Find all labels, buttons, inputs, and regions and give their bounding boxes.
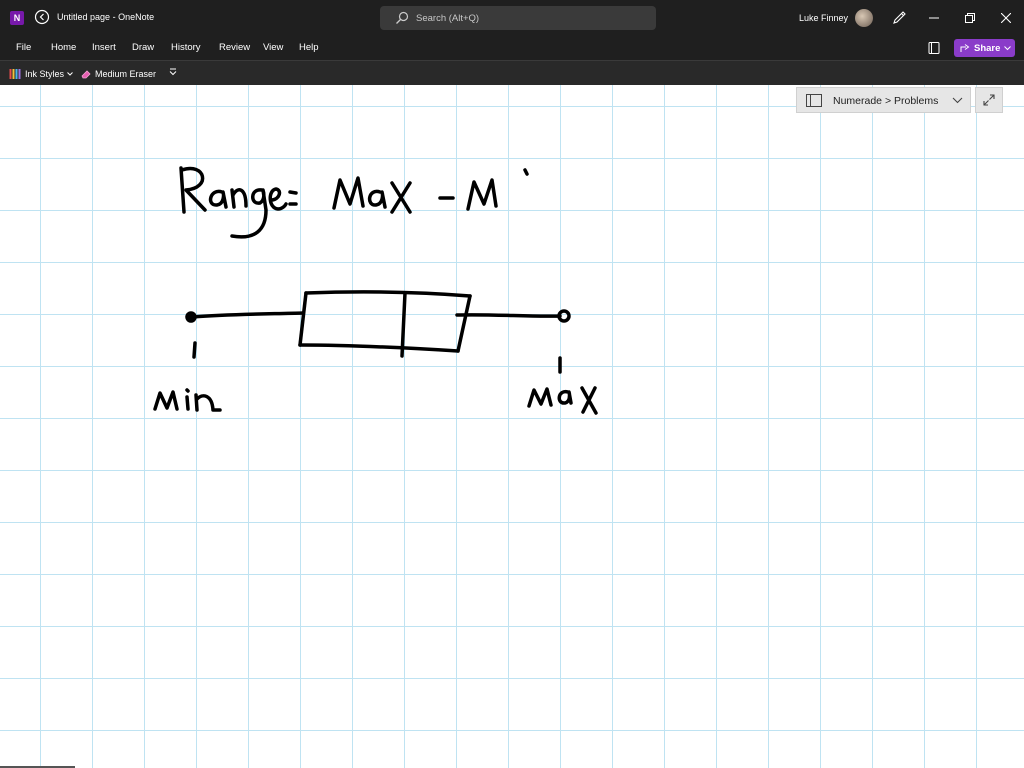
avatar[interactable] xyxy=(855,9,873,27)
eraser-label: Medium Eraser xyxy=(95,68,157,79)
expand-icon xyxy=(983,94,995,106)
back-icon[interactable] xyxy=(34,9,50,25)
draw-ribbon: Ink Styles Medium Eraser xyxy=(0,60,1024,85)
menu-view[interactable]: View xyxy=(263,42,283,53)
chevron-down-icon xyxy=(952,97,963,104)
app-letter: N xyxy=(13,13,21,23)
ink-styles-button[interactable]: Ink Styles xyxy=(9,68,73,80)
menu-help[interactable]: Help xyxy=(299,42,319,53)
menu-bar: File Home Insert Draw History Review Vie… xyxy=(0,36,1024,60)
page-canvas[interactable] xyxy=(0,85,1024,768)
share-label: Share xyxy=(974,42,1001,54)
expand-button[interactable] xyxy=(975,87,1003,113)
notebook-icon[interactable] xyxy=(927,41,941,55)
restore-icon xyxy=(965,13,975,23)
section-icon xyxy=(806,94,822,107)
more-button[interactable] xyxy=(169,68,177,76)
more-icon xyxy=(169,68,177,76)
title-separator: - xyxy=(112,12,116,22)
share-icon xyxy=(960,44,970,52)
window-title: Untitled page - OneNote xyxy=(57,12,154,22)
close-button[interactable] xyxy=(996,8,1016,28)
ink-styles-icon xyxy=(9,69,21,79)
title-bar: N Untitled page - OneNote Luke Finney xyxy=(0,0,1024,36)
ink-styles-label: Ink Styles xyxy=(25,69,65,79)
search-icon xyxy=(396,11,409,24)
menu-draw[interactable]: Draw xyxy=(132,42,154,53)
app-name: OneNote xyxy=(118,12,155,22)
eraser-button[interactable]: Medium Eraser xyxy=(81,68,156,79)
minimize-icon xyxy=(929,17,939,19)
eraser-icon xyxy=(81,70,91,79)
share-button[interactable]: Share xyxy=(954,39,1015,57)
restore-button[interactable] xyxy=(960,8,980,28)
chevron-down-icon xyxy=(67,72,73,76)
search-input[interactable] xyxy=(416,10,646,26)
menu-insert[interactable]: Insert xyxy=(92,42,116,53)
menu-home[interactable]: Home xyxy=(51,42,76,53)
menu-file[interactable]: File xyxy=(16,42,31,53)
onenote-icon: N xyxy=(10,11,24,25)
user-name[interactable]: Luke Finney xyxy=(799,13,848,23)
minimize-button[interactable] xyxy=(924,8,944,28)
search-box[interactable] xyxy=(380,6,656,30)
menu-history[interactable]: History xyxy=(171,42,201,53)
chevron-down-icon xyxy=(1004,45,1012,50)
breadcrumb[interactable]: Numerade > Problems xyxy=(796,87,971,113)
page-title: Untitled page xyxy=(57,12,111,22)
menu-review[interactable]: Review xyxy=(219,42,250,53)
close-icon xyxy=(1001,13,1011,23)
breadcrumb-text: Numerade > Problems xyxy=(833,95,939,107)
pen-icon[interactable] xyxy=(892,10,907,25)
